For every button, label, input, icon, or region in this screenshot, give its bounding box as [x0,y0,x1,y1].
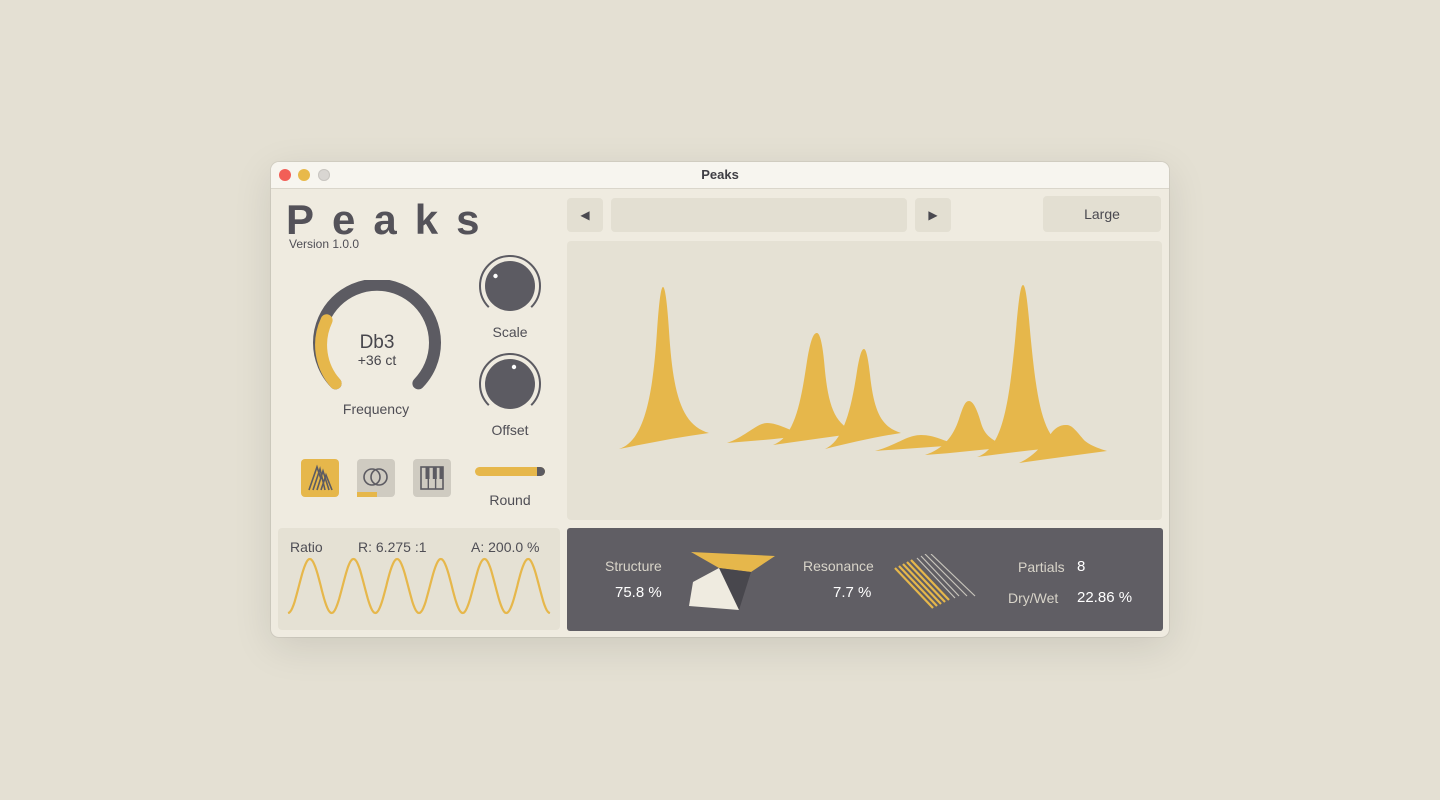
structure-value[interactable]: 75.8 % [615,584,662,601]
resonance-label: Resonance [803,558,874,574]
ratio-title: Ratio [290,539,323,555]
title-bar: Peaks [271,162,1169,189]
offset-knob[interactable] [475,352,545,414]
parameter-panel: Structure 75.8 % Resonance 7.7 % Partial… [567,528,1163,631]
preset-name-field[interactable] [611,198,907,232]
frequency-note: Db3 [359,332,395,353]
rings-mode-button[interactable] [357,459,395,497]
resonance-value[interactable]: 7.7 % [833,584,871,601]
version-label: Version 1.0.0 [289,237,360,251]
ratio-a-value: A: 200.0 % [471,539,540,555]
window-title: Peaks [701,167,739,182]
scale-label: Scale [492,324,528,340]
drywet-value[interactable]: 22.86 % [1077,589,1132,606]
partials-label: Partials [1018,559,1065,575]
ratio-waveform [287,557,551,615]
peaks-visualization [567,241,1162,520]
frequency-label: Frequency [342,401,410,417]
scale-knob[interactable] [475,254,545,316]
strings-mode-button[interactable] [301,459,339,497]
drywet-label: Dry/Wet [1008,590,1059,606]
piano-mode-button[interactable] [413,459,451,497]
round-slider[interactable] [475,467,545,476]
size-button[interactable]: Large [1043,196,1161,232]
rings-icon [357,468,388,497]
peaks-spectrum-graphic [619,285,1107,463]
strings-icon [308,464,333,491]
structure-label: Structure [605,558,662,574]
next-preset-button[interactable]: ▶ [915,198,951,232]
round-label: Round [489,492,531,508]
previous-preset-button[interactable]: ◀ [567,198,603,232]
ratio-r-value: R: 6.275 :1 [358,539,427,555]
resonance-strings-icon[interactable] [889,554,983,612]
plugin-window: Peaks Peaks Version 1.0.0 Db3 +36 ct Fre… [271,162,1169,637]
piano-keys-icon [420,466,444,490]
round-slider-handle[interactable] [537,467,545,476]
partials-value[interactable]: 8 [1077,558,1085,575]
offset-label: Offset [491,422,529,438]
structure-prism-icon[interactable] [685,548,777,614]
frequency-cents: +36 ct [357,352,397,368]
ratio-panel[interactable]: Ratio R: 6.275 :1 A: 200.0 % [278,528,560,630]
